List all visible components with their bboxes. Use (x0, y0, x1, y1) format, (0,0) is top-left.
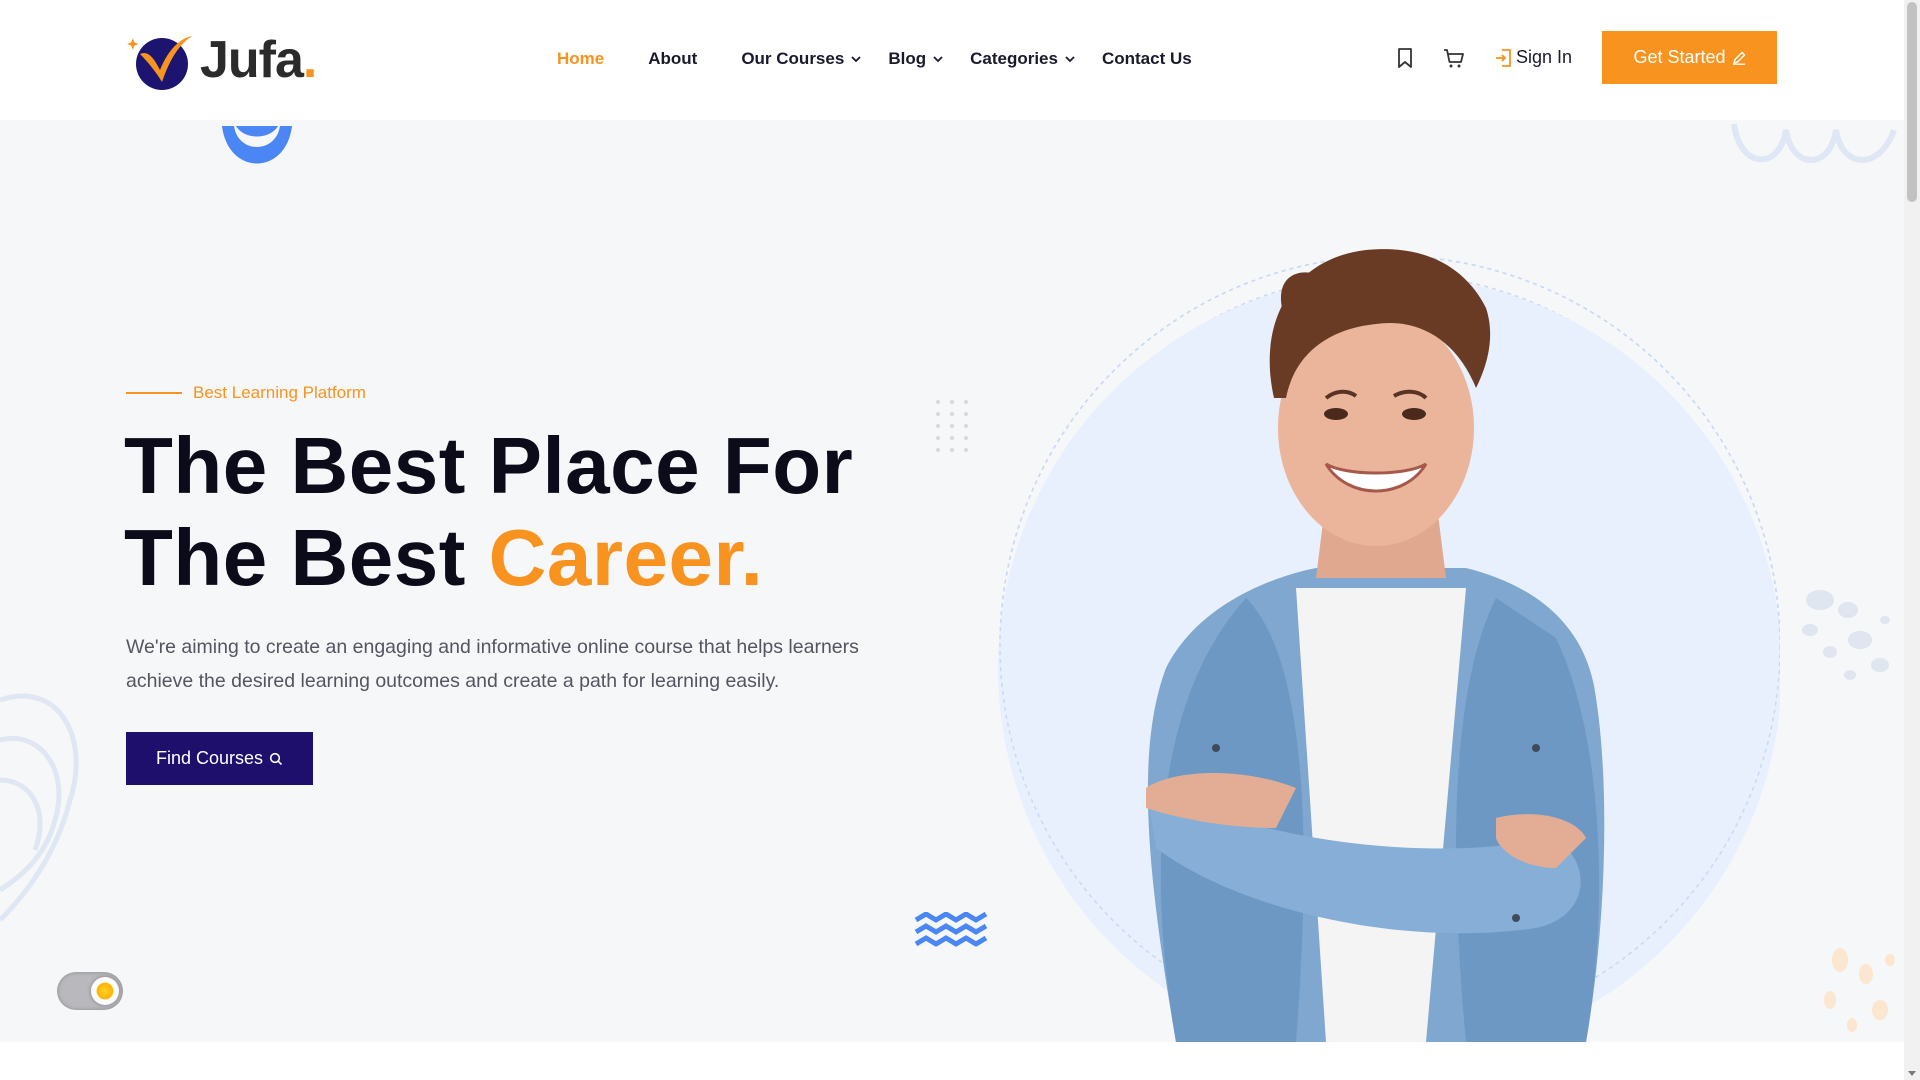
sign-in-icon (1496, 48, 1511, 67)
logo-check-icon (127, 36, 192, 90)
hero-student-image (998, 249, 1780, 1042)
dot-grid-decoration (936, 400, 968, 452)
hero-section: Best Learning Platform The Best Place Fo… (0, 120, 1904, 1042)
zigzag-decoration (914, 912, 988, 947)
hero-headline: The Best Place For The Best Career. (124, 420, 853, 604)
main-nav: Home About Our Courses Blog Categories C… (557, 49, 1192, 69)
nav-about[interactable]: About (648, 49, 697, 69)
orange-splatter-decoration (1824, 948, 1895, 1032)
nav-contact-us[interactable]: Contact Us (1102, 49, 1192, 69)
splatter-decoration (1802, 590, 1890, 680)
sign-in-link[interactable]: Sign In (1494, 47, 1572, 68)
nav-our-courses[interactable]: Our Courses (741, 49, 862, 69)
logo[interactable]: Jufa. (126, 28, 317, 92)
site-header: Jufa. Home About Our Courses Blog Catego… (0, 0, 1904, 120)
logo-text: Jufa. (200, 31, 317, 89)
scroll-down-arrow-icon[interactable] (1908, 1071, 1916, 1076)
hero-tagline: Best Learning Platform (126, 383, 366, 403)
nav-blog[interactable]: Blog (888, 49, 944, 69)
hero-description: We're aiming to create an engaging and i… (126, 636, 859, 692)
headline-line-1: The Best Place For (124, 421, 854, 510)
wave-outline-decoration (1731, 123, 1897, 163)
nav-home[interactable]: Home (557, 49, 604, 69)
pencil-icon (1732, 50, 1746, 65)
find-courses-button[interactable]: Find Courses (126, 732, 313, 785)
tagline-line (126, 392, 182, 394)
search-icon (269, 752, 283, 765)
blue-smile-decoration (222, 126, 292, 164)
bookmark-icon[interactable] (1394, 47, 1416, 69)
chevron-down-icon (933, 56, 943, 63)
scrollbar-thumb[interactable] (1907, 2, 1917, 202)
headline-accent: Career. (488, 513, 764, 602)
headline-line-2-prefix: The Best (124, 513, 489, 602)
chevron-down-icon (1065, 56, 1075, 63)
tagline-text: Best Learning Platform (193, 383, 366, 402)
nav-categories[interactable]: Categories (970, 49, 1076, 69)
get-started-button[interactable]: Get Started (1602, 31, 1777, 84)
chevron-down-icon (851, 56, 861, 63)
page-scrollbar[interactable] (1904, 0, 1920, 1080)
sun-icon (91, 977, 119, 1005)
scribble-decoration (0, 693, 79, 922)
theme-toggle[interactable] (57, 972, 123, 1010)
cart-icon[interactable] (1443, 47, 1465, 69)
